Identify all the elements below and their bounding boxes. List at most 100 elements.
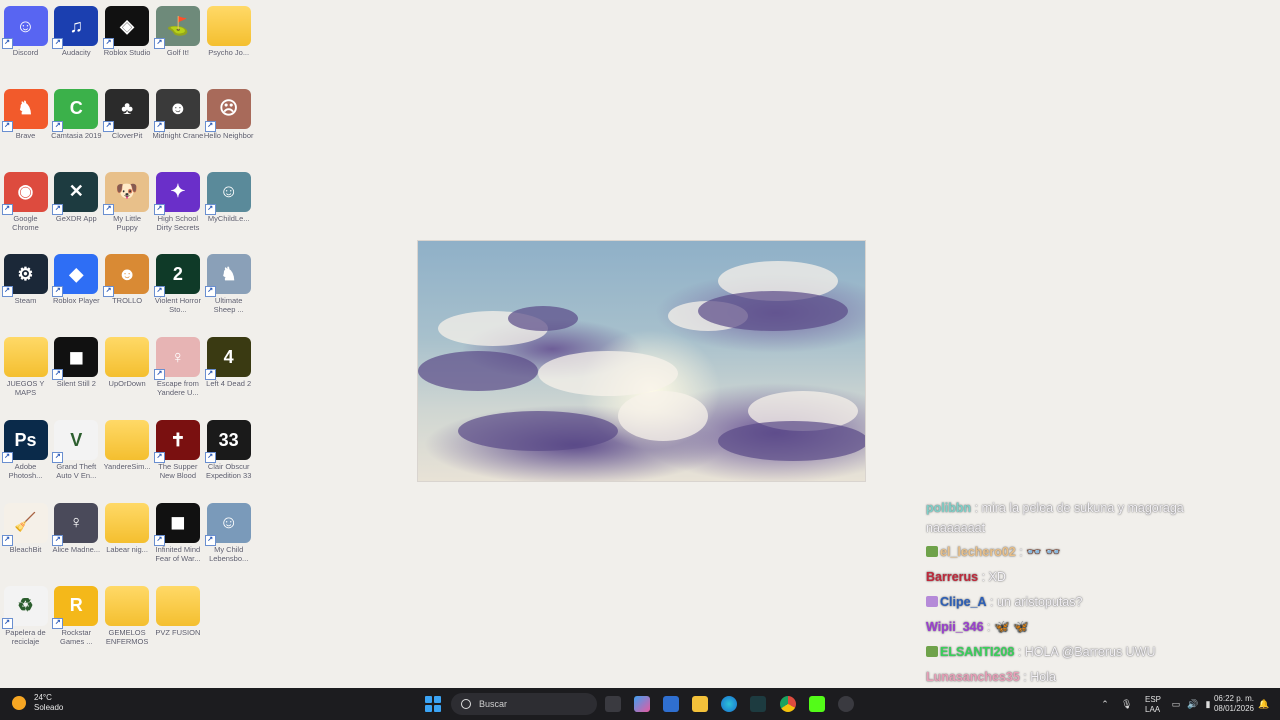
desktop-icon-label: High School Dirty Secrets	[156, 213, 200, 232]
volume-icon[interactable]: 🔊	[1187, 699, 1198, 709]
desktop-icon[interactable]: ☺ ↗ Discord	[0, 0, 51, 57]
desktop-icon[interactable]: ◉ ↗ Google Chrome	[0, 166, 51, 232]
desktop-icon[interactable]: Psycho Jo...	[203, 0, 254, 57]
desktop-icon-label: MyChildLe...	[207, 213, 250, 223]
app-icon: ♣ ↗	[103, 88, 150, 132]
app-icon: ♀ ↗	[153, 337, 200, 381]
desktop-icon[interactable]: ♞ ↗ Brave	[0, 83, 51, 140]
desktop-icon-label: Silent Still 2	[56, 379, 96, 389]
desktop-icon[interactable]: ◼ ↗ Silent Still 2	[51, 331, 102, 388]
desktop-icon[interactable]: GEMELOS ENFERMOS	[102, 580, 153, 646]
desktop-icon[interactable]: ⚙ ↗ Steam	[0, 248, 51, 305]
shortcut-arrow-icon: ↗	[103, 120, 115, 132]
desktop-icon[interactable]: ◈ ↗ Roblox Studio	[102, 0, 153, 57]
language-indicator[interactable]: ESP LAA	[1145, 695, 1161, 715]
weather-widget[interactable]: 24°C Soleado	[12, 693, 63, 713]
taskbar-search[interactable]: Buscar	[451, 693, 597, 715]
desktop-icon-label: Steam	[14, 296, 37, 306]
kick-icon[interactable]	[809, 696, 825, 712]
desktop-icon-label: Escape from Yandere U...	[156, 379, 199, 398]
chat-username: el_lechero02	[940, 545, 1016, 559]
chat-message: Clipe_A : un aristoputas?	[926, 590, 1226, 615]
desktop-icon[interactable]: ♀ ↗ Escape from Yandere U...	[152, 331, 203, 397]
app-icon: ☻ ↗	[103, 254, 150, 298]
obs-icon[interactable]	[838, 696, 854, 712]
desktop-icon[interactable]: 33 ↗ Clair Obscur Expedition 33	[203, 414, 254, 480]
app-icon: ✦ ↗	[153, 171, 200, 215]
task-view-icon[interactable]	[605, 696, 621, 712]
app-glyph-icon: ◼	[68, 346, 84, 367]
start-button[interactable]	[425, 696, 441, 712]
app-glyph-icon: ♫	[69, 15, 84, 36]
network-icon[interactable]: ▭	[1171, 699, 1181, 709]
stream-chat: polibbn : mira la pelea de sukuna y mago…	[926, 498, 1226, 690]
shortcut-arrow-icon: ↗	[153, 120, 165, 132]
app-glyph-icon: R	[69, 595, 83, 616]
app-icon: ☻ ↗	[153, 88, 200, 132]
desktop-icon[interactable]: ☻ ↗ Midnight Crane	[152, 83, 203, 140]
windows-logo-icon	[425, 696, 432, 703]
desktop-icon[interactable]: PVZ FUSION	[152, 580, 203, 637]
app-glyph-icon: 2	[172, 263, 183, 284]
desktop-icon[interactable]: Ps ↗ Adobe Photosh...	[0, 414, 51, 480]
desktop-icon[interactable]: ♻ ↗ Papelera de reciclaje	[0, 580, 51, 646]
desktop-icon[interactable]: ☺ ↗ MyChildLe...	[203, 166, 254, 223]
desktop-icon[interactable]: ⛳ ↗ Golf It!	[152, 0, 203, 57]
desktop-icon-label: Papelera de reciclaje	[5, 627, 46, 646]
chevron-up-icon[interactable]: ⌃	[1100, 699, 1110, 709]
desktop-icon-label: JUEGOS Y MAPS	[6, 379, 45, 398]
desktop-icon-label: Roblox Studio	[103, 48, 151, 57]
app-icon: ✝ ↗	[153, 420, 200, 463]
desktop-icon[interactable]: 🧹 ↗ BleachBit	[0, 497, 51, 554]
desktop-icon[interactable]: Labear nig...	[102, 497, 153, 554]
desktop-icon[interactable]: ☹ ↗ Hello Neighbor	[203, 83, 254, 140]
edge-icon[interactable]	[721, 696, 737, 712]
desktop-icon[interactable]: ♞ ↗ Ultimate Sheep ...	[203, 248, 254, 314]
chrome-icon[interactable]	[780, 696, 796, 712]
desktop-icon-label: GeXDR App	[55, 213, 97, 223]
desktop-icon[interactable]: ♫ ↗ Audacity	[51, 0, 102, 57]
desktop-icon[interactable]: 2 ↗ Violent Horror Sto...	[152, 248, 203, 314]
desktop-icon[interactable]: JUEGOS Y MAPS	[0, 331, 51, 397]
chat-message: Wipii_346 : 🦋 🦋	[926, 615, 1226, 640]
app-glyph-icon: ◆	[69, 263, 84, 284]
app-glyph-icon: ☺	[219, 512, 238, 533]
app-icon: ♞ ↗	[1, 88, 48, 132]
desktop-icon[interactable]: R ↗ Rockstar Games ...	[51, 580, 102, 646]
desktop-icon[interactable]: ☺ ↗ My Child Lebensbo...	[203, 497, 254, 563]
desktop-icon[interactable]: ☻ ↗ TROLLO	[102, 248, 153, 305]
gexdr-icon[interactable]	[750, 696, 766, 712]
chat-text: : Hola	[1019, 670, 1056, 684]
desktop-icon[interactable]: ✕ ↗ GeXDR App	[51, 166, 102, 223]
desktop-icon[interactable]: C ↗ Camtasia 2019	[51, 83, 102, 140]
file-explorer-icon[interactable]	[692, 696, 708, 712]
desktop-icon[interactable]: ✝ ↗ The Supper New Blood	[152, 414, 203, 480]
chat-message: polibbn : mira la pelea de sukuna y mago…	[926, 498, 1226, 538]
shortcut-arrow-icon: ↗	[52, 534, 64, 546]
app-icon: ☹ ↗	[204, 88, 251, 132]
folder-icon	[155, 585, 200, 626]
desktop-icon[interactable]: ✦ ↗ High School Dirty Secrets	[152, 166, 203, 232]
desktop-icon[interactable]: 4 ↗ Left 4 Dead 2	[203, 331, 254, 388]
desktop-icon-label: Grand Theft Auto V En...	[56, 462, 97, 480]
desktop-icon[interactable]: ◼ ↗ Infinited Mind Fear of War...	[152, 497, 203, 563]
app-icon: C ↗	[52, 88, 99, 132]
app-icon: ◉ ↗	[1, 171, 48, 215]
shortcut-arrow-icon: ↗	[1, 38, 13, 49]
desktop-icon[interactable]: ♣ ↗ CloverPit	[102, 83, 153, 140]
desktop-icon[interactable]: V ↗ Grand Theft Auto V En...	[51, 414, 102, 480]
chat-username: ELSANTI208	[940, 645, 1015, 659]
store-icon[interactable]	[663, 696, 679, 712]
microphone-icon[interactable]: 🎙	[1121, 699, 1132, 709]
app-glyph-icon: ♻	[17, 595, 34, 616]
desktop-icon[interactable]: YandereSim...	[102, 414, 153, 471]
clock[interactable]: 06:22 p. m. 08/01/2026	[1206, 694, 1254, 714]
copilot-icon[interactable]	[634, 696, 650, 712]
desktop-icon[interactable]: 🐶 ↗ My Little Puppy	[102, 166, 153, 232]
desktop-icon[interactable]: UpOrDown	[102, 331, 153, 388]
chat-message: Barrerus : XD	[926, 565, 1226, 590]
desktop-icon[interactable]: ◆ ↗ Roblox Player	[51, 248, 102, 305]
notification-bell-icon[interactable]: 🔔	[1258, 699, 1269, 709]
app-glyph-icon: ♣	[121, 98, 133, 119]
desktop-icon[interactable]: ♀ ↗ Alice Madne...	[51, 497, 102, 554]
